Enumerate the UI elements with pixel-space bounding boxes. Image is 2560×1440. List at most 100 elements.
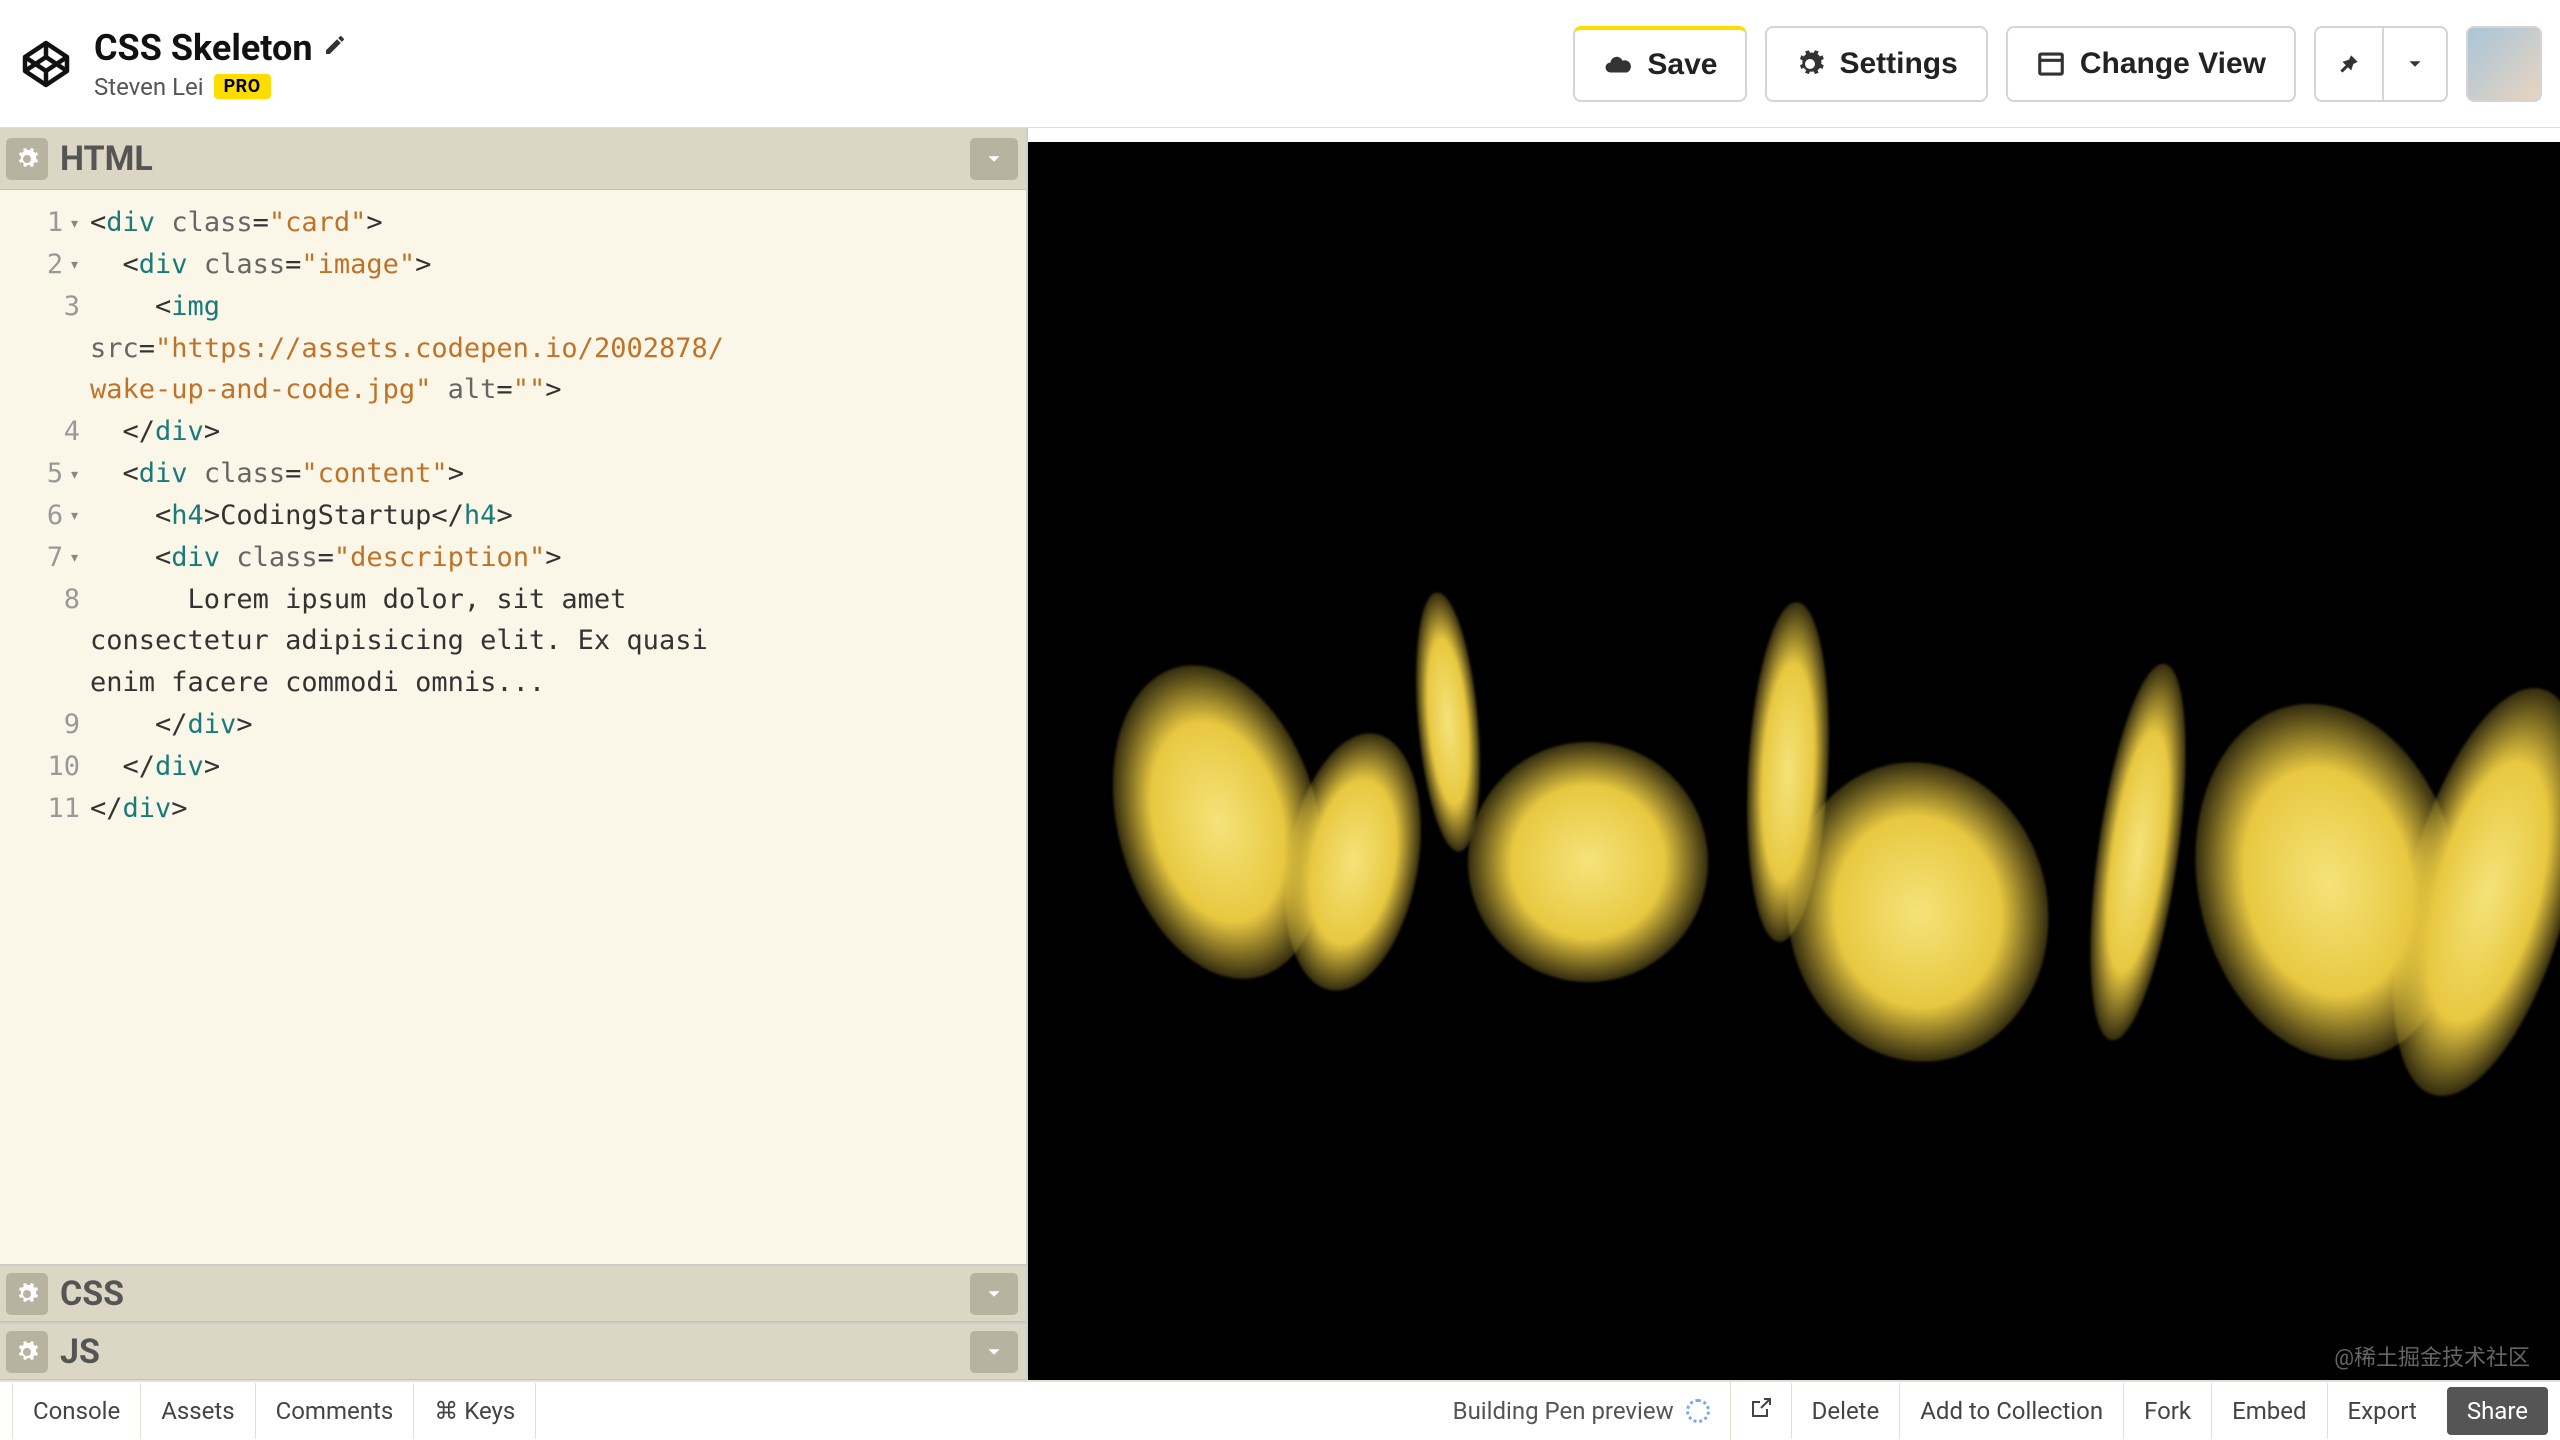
- code-text[interactable]: <img: [90, 286, 1026, 328]
- open-pen-button[interactable]: [1730, 1382, 1791, 1440]
- footer-tab-assets[interactable]: Assets: [141, 1383, 255, 1439]
- cloud-icon: [1603, 50, 1633, 80]
- code-text[interactable]: </div>: [90, 411, 1026, 453]
- codepen-logo-icon[interactable]: [18, 36, 74, 92]
- author-name[interactable]: Steven Lei: [94, 73, 204, 101]
- html-settings-button[interactable]: [6, 138, 48, 180]
- gear-icon: [15, 1340, 39, 1364]
- code-line[interactable]: enim facere commodi omnis...: [0, 662, 1026, 704]
- fold-icon[interactable]: ▾: [69, 251, 80, 279]
- gear-icon: [1795, 49, 1825, 79]
- code-line[interactable]: 11</div>: [0, 788, 1026, 830]
- gear-icon: [15, 1282, 39, 1306]
- panel-header-css: CSS: [0, 1264, 1026, 1322]
- line-number: 2▾: [0, 244, 90, 286]
- header-right: Save Settings Change View: [1573, 26, 2542, 102]
- settings-button[interactable]: Settings: [1765, 26, 1987, 102]
- footer-tab-delete[interactable]: Delete: [1791, 1383, 1900, 1439]
- fold-icon[interactable]: ▾: [69, 502, 80, 530]
- code-text[interactable]: wake-up-and-code.jpg" alt="">: [90, 369, 1026, 411]
- main: HTML 1▾<div class="card">2▾ <div class="…: [0, 128, 2560, 1380]
- code-text[interactable]: </div>: [90, 788, 1026, 830]
- pin-icon: [2336, 51, 2362, 77]
- code-text[interactable]: <h4>CodingStartup</h4>: [90, 495, 1026, 537]
- footer-tab--keys[interactable]: ⌘ Keys: [414, 1383, 536, 1439]
- code-line[interactable]: 10 </div>: [0, 746, 1026, 788]
- panel-title-js: JS: [60, 1332, 100, 1372]
- panel-header-js: JS: [0, 1322, 1026, 1380]
- code-text[interactable]: Lorem ipsum dolor, sit amet: [90, 579, 1026, 621]
- change-view-button[interactable]: Change View: [2006, 26, 2296, 102]
- pen-title: CSS Skeleton: [94, 27, 313, 69]
- code-text[interactable]: <div class="image">: [90, 244, 1026, 286]
- pin-group: [2314, 26, 2448, 102]
- share-button[interactable]: Share: [2447, 1387, 2548, 1435]
- chevron-down-icon: [983, 1283, 1005, 1305]
- html-code-editor[interactable]: 1▾<div class="card">2▾ <div class="image…: [0, 190, 1026, 1264]
- code-line[interactable]: wake-up-and-code.jpg" alt="">: [0, 369, 1026, 411]
- code-line[interactable]: 2▾ <div class="image">: [0, 244, 1026, 286]
- footer-tab-console[interactable]: Console: [12, 1383, 141, 1439]
- footer-right: Building Pen preview DeleteAdd to Collec…: [1453, 1382, 2548, 1440]
- code-line[interactable]: consectetur adipisicing elit. Ex quasi: [0, 620, 1026, 662]
- code-line[interactable]: 9 </div>: [0, 704, 1026, 746]
- code-line[interactable]: 4 </div>: [0, 411, 1026, 453]
- line-number: 7▾: [0, 537, 90, 579]
- user-avatar[interactable]: [2466, 26, 2542, 102]
- chevron-down-icon: [983, 148, 1005, 170]
- line-number: 5▾: [0, 453, 90, 495]
- code-line[interactable]: 1▾<div class="card">: [0, 202, 1026, 244]
- edit-title-icon[interactable]: [323, 33, 347, 63]
- css-settings-button[interactable]: [6, 1273, 48, 1315]
- external-link-icon: [1749, 1396, 1773, 1420]
- header-left: CSS Skeleton Steven Lei PRO: [18, 27, 347, 101]
- footer-tab-export[interactable]: Export: [2327, 1383, 2437, 1439]
- line-number: 3: [0, 286, 90, 328]
- save-label: Save: [1647, 48, 1717, 82]
- line-number: 1▾: [0, 202, 90, 244]
- code-line[interactable]: src="https://assets.codepen.io/2002878/: [0, 328, 1026, 370]
- status-text: Building Pen preview: [1453, 1397, 1674, 1425]
- code-text[interactable]: </div>: [90, 704, 1026, 746]
- header: CSS Skeleton Steven Lei PRO Save Setting…: [0, 0, 2560, 128]
- panel-title-css: CSS: [60, 1274, 124, 1314]
- footer-tab-fork[interactable]: Fork: [2123, 1383, 2211, 1439]
- spinner-icon: [1686, 1399, 1710, 1423]
- change-view-label: Change View: [2080, 47, 2266, 81]
- settings-label: Settings: [1839, 47, 1957, 81]
- css-collapse-button[interactable]: [970, 1273, 1018, 1315]
- preview-frame[interactable]: [1028, 142, 2560, 1380]
- title-block: CSS Skeleton Steven Lei PRO: [94, 27, 347, 101]
- footer-tab-add-to-collection[interactable]: Add to Collection: [1899, 1383, 2123, 1439]
- code-line[interactable]: 6▾ <h4>CodingStartup</h4>: [0, 495, 1026, 537]
- code-line[interactable]: 8 Lorem ipsum dolor, sit amet: [0, 579, 1026, 621]
- code-text[interactable]: </div>: [90, 746, 1026, 788]
- panel-title-html: HTML: [60, 139, 153, 179]
- code-text[interactable]: src="https://assets.codepen.io/2002878/: [90, 328, 1026, 370]
- code-line[interactable]: 5▾ <div class="content">: [0, 453, 1026, 495]
- fold-icon[interactable]: ▾: [69, 544, 80, 572]
- code-line[interactable]: 7▾ <div class="description">: [0, 537, 1026, 579]
- chevron-down-icon: [2404, 53, 2426, 75]
- code-text[interactable]: <div class="description">: [90, 537, 1026, 579]
- js-collapse-button[interactable]: [970, 1331, 1018, 1373]
- code-text[interactable]: <div class="card">: [90, 202, 1026, 244]
- fold-icon[interactable]: ▾: [69, 210, 80, 238]
- editor-column: HTML 1▾<div class="card">2▾ <div class="…: [0, 128, 1028, 1380]
- line-number: 4: [0, 411, 90, 453]
- code-text[interactable]: <div class="content">: [90, 453, 1026, 495]
- footer-tab-embed[interactable]: Embed: [2211, 1383, 2326, 1439]
- footer-tab-comments[interactable]: Comments: [256, 1383, 415, 1439]
- footer-left: ConsoleAssetsComments⌘ Keys: [12, 1383, 536, 1439]
- pin-dropdown-button[interactable]: [2382, 28, 2446, 100]
- pin-button[interactable]: [2316, 28, 2382, 100]
- code-text[interactable]: consectetur adipisicing elit. Ex quasi: [90, 620, 1026, 662]
- fold-icon[interactable]: ▾: [69, 461, 80, 489]
- code-text[interactable]: enim facere commodi omnis...: [90, 662, 1026, 704]
- save-button[interactable]: Save: [1573, 26, 1747, 102]
- html-collapse-button[interactable]: [970, 138, 1018, 180]
- js-settings-button[interactable]: [6, 1331, 48, 1373]
- code-line[interactable]: 3 <img: [0, 286, 1026, 328]
- gear-icon: [15, 147, 39, 171]
- line-number: 10: [0, 746, 90, 788]
